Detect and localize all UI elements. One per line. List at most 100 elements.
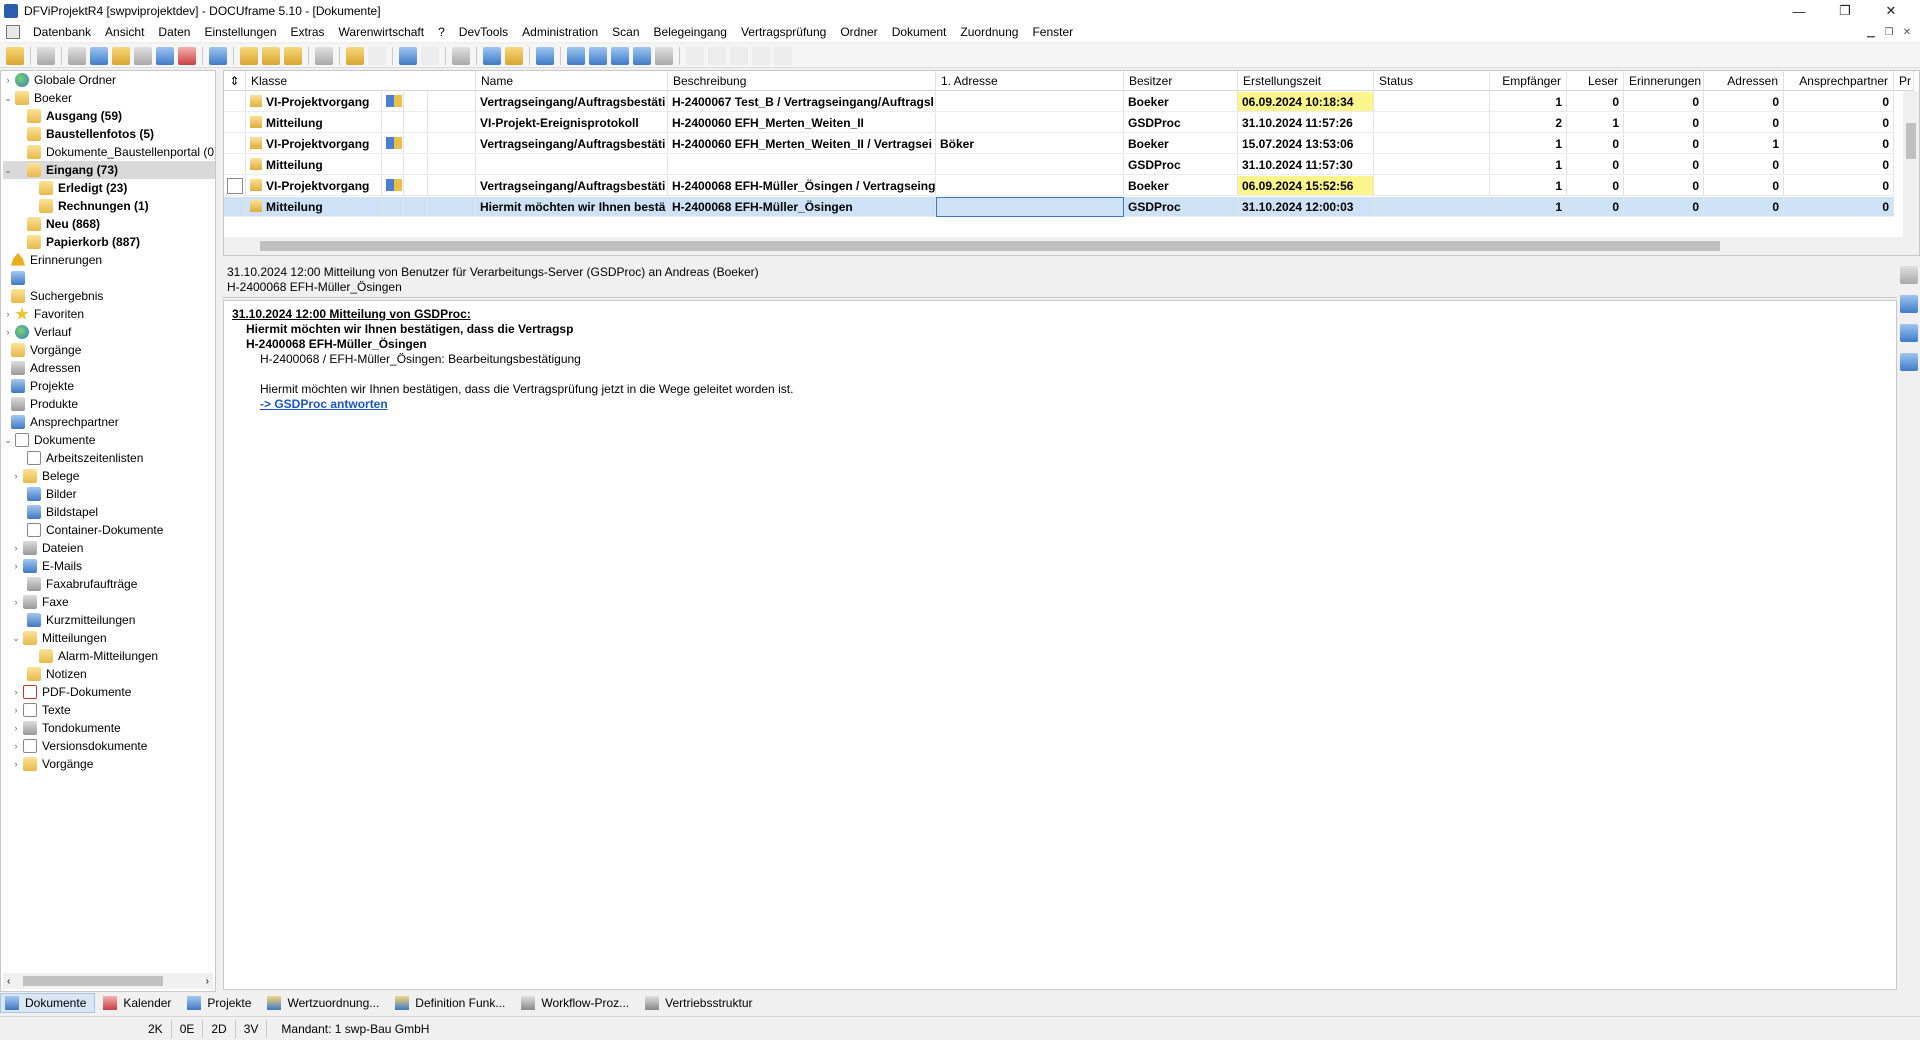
column-header-erstellungszeit[interactable]: Erstellungszeit xyxy=(1238,71,1374,90)
expand-icon[interactable]: › xyxy=(11,759,21,769)
scrollbar-thumb[interactable] xyxy=(23,976,163,986)
menu-ordner[interactable]: Ordner xyxy=(833,22,884,42)
calendar-icon[interactable] xyxy=(178,46,196,65)
assign-icon[interactable] xyxy=(505,46,523,65)
menu-daten[interactable]: Daten xyxy=(151,22,197,42)
list-icon[interactable] xyxy=(90,46,108,65)
preview-forward-icon[interactable] xyxy=(1900,324,1918,342)
tab-definition-funktionen[interactable]: Definition Funk... xyxy=(391,993,513,1013)
menu-zuordnung[interactable]: Zuordnung xyxy=(953,22,1025,42)
grid-icon[interactable] xyxy=(611,46,629,65)
tab-vertriebsstruktur[interactable]: Vertriebsstruktur xyxy=(641,993,760,1013)
new-folder-icon[interactable] xyxy=(262,46,280,65)
tree-node-eingang[interactable]: ⌄ Eingang (73) xyxy=(3,161,215,179)
menu-fenster[interactable]: Fenster xyxy=(1025,22,1080,42)
menu-administration[interactable]: Administration xyxy=(515,22,605,42)
menu-extras[interactable]: Extras xyxy=(284,22,332,42)
menu-einstellungen[interactable]: Einstellungen xyxy=(197,22,283,42)
collapse-icon[interactable]: ⌄ xyxy=(3,93,13,104)
workflow-icon[interactable] xyxy=(483,46,501,65)
disabled-action-3-icon[interactable] xyxy=(730,46,748,65)
tree-node-mitteilungen[interactable]: ⌄ Mitteilungen xyxy=(11,629,107,647)
tree-node-globale-ordner[interactable]: › Globale Ordner xyxy=(3,71,116,89)
forward-icon[interactable] xyxy=(399,46,417,65)
attach-icon[interactable] xyxy=(134,46,152,65)
expand-icon[interactable]: › xyxy=(11,705,21,715)
tree-node-arbeitszeitenlisten[interactable]: Arbeitszeitenlisten xyxy=(27,449,143,467)
tree-node-verlauf[interactable]: › Verlauf xyxy=(3,323,71,341)
tree-node-produkte[interactable]: Produkte xyxy=(11,395,78,413)
new-document-icon[interactable] xyxy=(240,46,258,65)
delete-icon[interactable] xyxy=(368,46,386,65)
menu-dokument[interactable]: Dokument xyxy=(885,22,954,42)
search-icon[interactable] xyxy=(315,46,333,65)
tree-node-bildstapel[interactable]: Bildstapel xyxy=(27,503,98,521)
column-header-empfaenger[interactable]: Empfänger xyxy=(1490,71,1567,90)
expand-icon[interactable]: › xyxy=(11,687,21,697)
menu-devtools[interactable]: DevTools xyxy=(452,22,515,42)
tree-node-boeker[interactable]: ⌄ Boeker xyxy=(3,89,72,107)
column-header-name[interactable]: Name xyxy=(476,71,668,90)
tree-node-tondokumente[interactable]: › Tondokumente xyxy=(11,719,121,737)
grid-vertical-scrollbar[interactable] xyxy=(1903,91,1919,237)
menu-warenwirtschaft[interactable]: Warenwirtschaft xyxy=(332,22,432,42)
tree-node-vorgaenge-2[interactable]: › Vorgänge xyxy=(11,755,93,773)
tree-node-vorgaenge[interactable]: Vorgänge xyxy=(11,341,81,359)
column-header-leser[interactable]: Leser xyxy=(1567,71,1624,90)
scrollbar-thumb[interactable] xyxy=(1906,123,1916,159)
link-icon[interactable] xyxy=(452,46,470,65)
scanner-icon[interactable] xyxy=(68,46,86,65)
tab-kalender[interactable]: Kalender xyxy=(99,993,179,1013)
column-header-pr[interactable]: Pr xyxy=(1894,71,1914,90)
tree-node-faxe[interactable]: › Faxe xyxy=(11,593,69,611)
column-header-erinnerungen[interactable]: Erinnerungen xyxy=(1624,71,1704,90)
refresh-icon[interactable] xyxy=(655,46,673,65)
cell-adresse[interactable] xyxy=(936,197,1124,217)
tree-node-pdf-dokumente[interactable]: › PDF-Dokumente xyxy=(11,683,131,701)
move-icon[interactable] xyxy=(284,46,302,65)
copy-icon[interactable] xyxy=(156,46,174,65)
table-row[interactable]: VI-Projektvorgang Vertragseingang/Auftra… xyxy=(224,176,1894,196)
preview-layout-icon[interactable] xyxy=(1900,266,1918,284)
tab-wertzuordnung[interactable]: Wertzuordnung... xyxy=(263,993,387,1013)
tree-node-baustellenfotos[interactable]: Baustellenfotos (5) xyxy=(27,125,154,143)
expand-icon[interactable]: › xyxy=(11,543,21,553)
tree-node-faxabrufauftraege[interactable]: Faxabrufaufträge xyxy=(27,575,137,593)
tree-node-pinned[interactable] xyxy=(11,269,30,287)
columns-icon[interactable] xyxy=(589,46,607,65)
column-header-klasse[interactable]: Klasse xyxy=(246,71,476,90)
scroll-right-icon[interactable]: › xyxy=(206,976,209,987)
tab-workflow-prozesse[interactable]: Workflow-Proz... xyxy=(517,993,637,1013)
layout-icon[interactable] xyxy=(567,46,585,65)
tree-node-papierkorb[interactable]: Papierkorb (887) xyxy=(27,233,140,251)
menu-datenbank[interactable]: Datenbank xyxy=(26,22,98,42)
menu-ansicht[interactable]: Ansicht xyxy=(98,22,151,42)
phone-icon[interactable] xyxy=(209,46,227,65)
flag-icon[interactable] xyxy=(346,46,364,65)
column-header-beschreibung[interactable]: Beschreibung xyxy=(668,71,936,90)
scrollbar-thumb[interactable] xyxy=(260,241,1720,251)
tree-node-belege[interactable]: › Belege xyxy=(11,467,79,485)
expand-icon[interactable]: › xyxy=(11,741,21,751)
tab-projekte[interactable]: Projekte xyxy=(183,993,259,1013)
menu-help[interactable]: ? xyxy=(431,22,452,42)
column-header-besitzer[interactable]: Besitzer xyxy=(1124,71,1238,90)
table-row[interactable]: Mitteilung VI-Projekt-Ereignisprotokoll … xyxy=(224,113,1894,133)
menu-belegeingang[interactable]: Belegeingang xyxy=(647,22,734,42)
tree-node-notizen[interactable]: Notizen xyxy=(27,665,87,683)
close-button[interactable]: ✕ xyxy=(1868,0,1914,22)
disabled-action-5-icon[interactable] xyxy=(774,46,792,65)
expand-icon[interactable]: › xyxy=(3,75,13,85)
table-row[interactable]: Mitteilung GSDProc 31.10.2024 11:57:30 1… xyxy=(224,155,1894,175)
expand-icon[interactable]: › xyxy=(11,471,21,481)
tree-node-alarm-mitteilungen[interactable]: Alarm-Mitteilungen xyxy=(39,647,158,665)
row-checkbox[interactable] xyxy=(227,178,243,194)
expand-icon[interactable]: › xyxy=(11,723,21,733)
collapse-icon[interactable]: ⌄ xyxy=(11,633,21,644)
tree-node-container-dokumente[interactable]: Container-Dokumente xyxy=(27,521,163,539)
filter-icon[interactable] xyxy=(633,46,651,65)
note-icon[interactable] xyxy=(112,46,130,65)
tree-node-projekte[interactable]: Projekte xyxy=(11,377,74,395)
tree-node-adressen[interactable]: Adressen xyxy=(11,359,81,377)
tab-dokumente[interactable]: Dokumente xyxy=(0,993,96,1013)
